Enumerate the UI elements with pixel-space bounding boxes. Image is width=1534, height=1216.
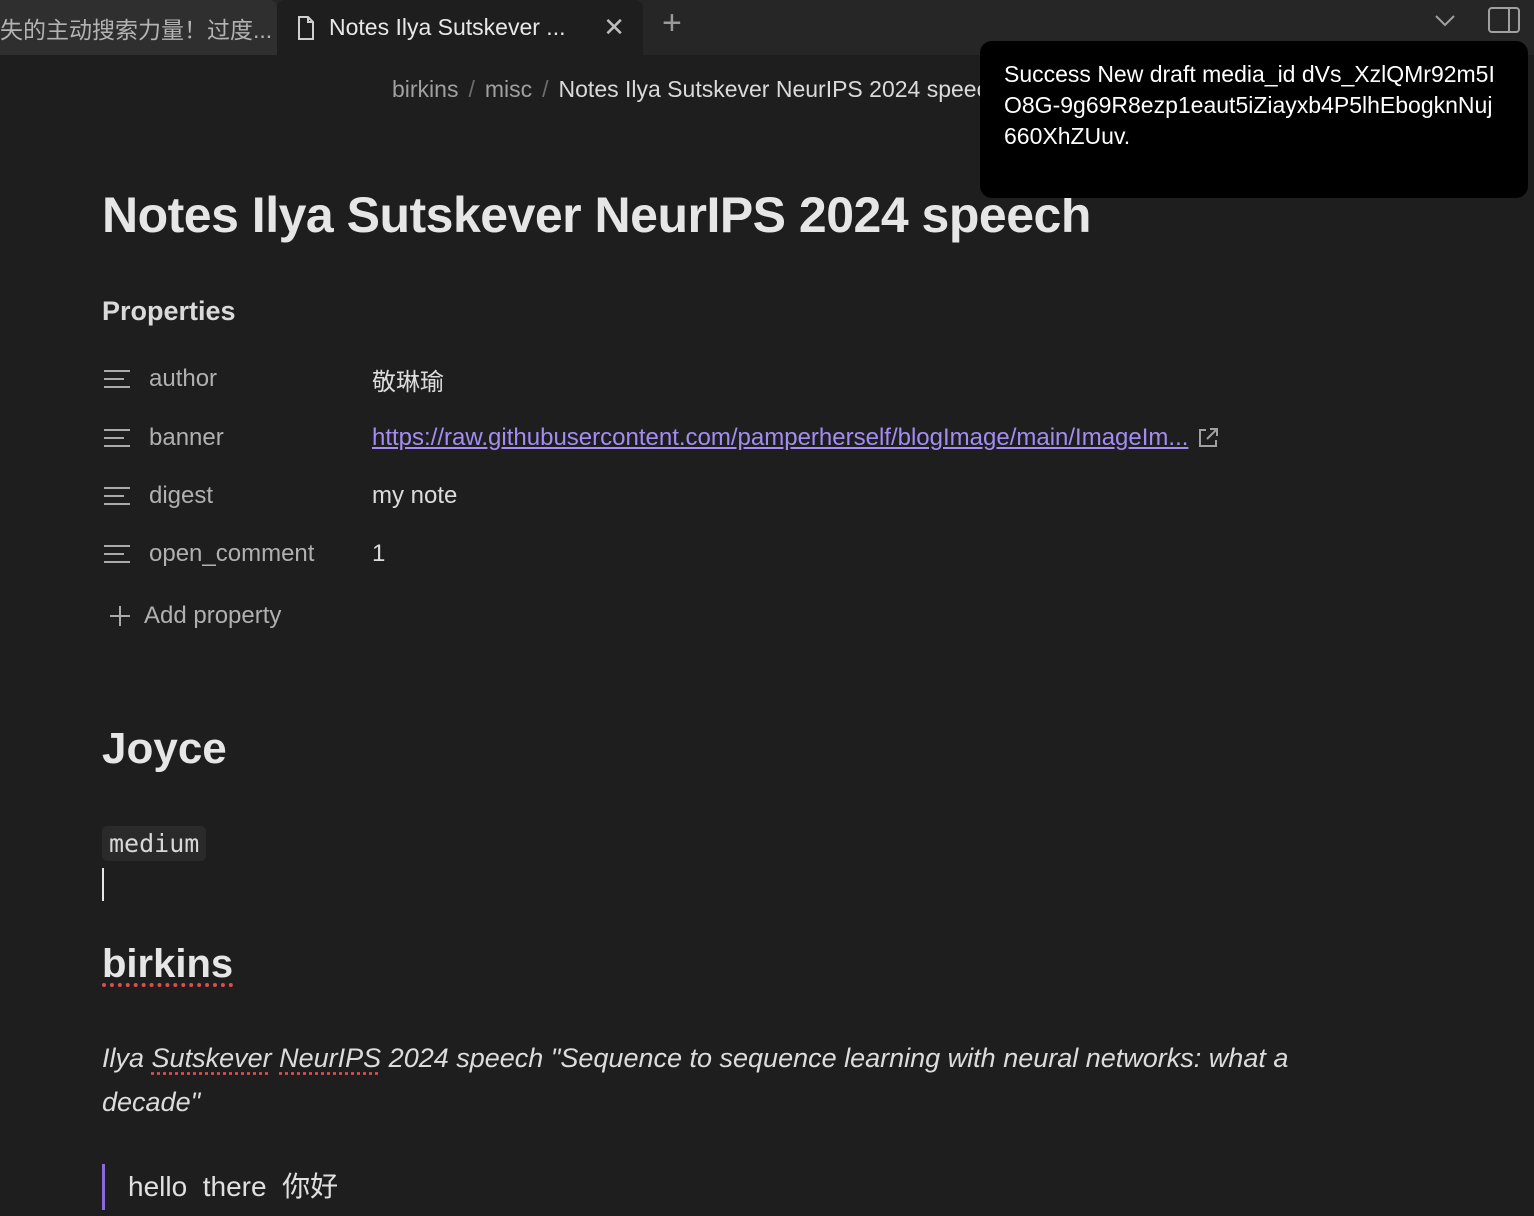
property-row-open-comment[interactable]: open_comment 1 [102, 536, 1362, 572]
property-row-author[interactable]: author 敬琳瑜 [102, 361, 1362, 397]
tab-inactive-label: 失的主动搜索力量！过度... [0, 16, 273, 43]
property-value[interactable]: 1 [372, 540, 385, 568]
close-tab-icon[interactable]: ✕ [603, 12, 625, 43]
italic-paragraph[interactable]: Ilya Sutskever NeurIPS 2024 speech "Sequ… [102, 1036, 1342, 1124]
text-property-icon [104, 429, 130, 447]
para-word-spellcheck: Sutskever [151, 1043, 272, 1073]
inline-code[interactable]: medium [102, 826, 207, 861]
property-row-digest[interactable]: digest my note [102, 478, 1362, 514]
property-value[interactable]: my note [372, 482, 457, 510]
tab-active[interactable]: Notes Ilya Sutskever ... ✕ [277, 0, 643, 55]
text-property-icon [104, 545, 130, 563]
add-property-button[interactable]: Add property [108, 602, 281, 630]
text-cursor [102, 868, 104, 901]
heading-birkins[interactable]: birkins [102, 942, 233, 987]
heading-joyce[interactable]: Joyce [102, 724, 227, 774]
text-property-icon [104, 370, 130, 388]
property-value[interactable]: 敬琳瑜 [372, 362, 444, 397]
breadcrumb-item-current[interactable]: Notes Ilya Sutskever NeurIPS 2024 speech [559, 76, 1001, 103]
note-title[interactable]: Notes Ilya Sutskever NeurIPS 2024 speech [102, 186, 1091, 244]
breadcrumb-item-birkins[interactable]: birkins [392, 76, 458, 103]
property-row-banner[interactable]: banner https://raw.githubusercontent.com… [102, 420, 1362, 456]
external-link-icon[interactable] [1196, 426, 1220, 450]
property-key[interactable]: open_comment [149, 540, 372, 568]
success-notice[interactable]: Success New draft media_id dVs_XzlQMr92m… [980, 41, 1528, 198]
breadcrumb: birkins / misc / Notes Ilya Sutskever Ne… [392, 76, 1001, 103]
blockquote[interactable]: hello there 你好 [102, 1164, 338, 1210]
property-key[interactable]: author [149, 365, 372, 393]
sidebar-toggle-icon[interactable] [1487, 6, 1521, 34]
tab-active-label: Notes Ilya Sutskever ... [329, 14, 566, 40]
file-icon [298, 15, 314, 40]
new-tab-button[interactable]: + [662, 4, 682, 43]
banner-link[interactable]: https://raw.githubusercontent.com/pamper… [372, 424, 1188, 452]
chevron-down-icon[interactable] [1433, 10, 1457, 30]
text-property-icon [104, 487, 130, 505]
property-key[interactable]: digest [149, 482, 372, 510]
breadcrumb-separator: / [468, 76, 475, 102]
para-word-spellcheck: NeurIPS [279, 1043, 382, 1073]
properties-heading[interactable]: Properties [102, 296, 236, 327]
plus-icon [110, 606, 130, 626]
para-word: Ilya [102, 1043, 145, 1073]
breadcrumb-item-misc[interactable]: misc [485, 76, 532, 103]
property-key[interactable]: banner [149, 424, 372, 452]
breadcrumb-separator: / [542, 76, 549, 102]
add-property-label: Add property [144, 602, 282, 629]
tab-inactive[interactable]: 失的主动搜索力量！过度... [0, 0, 277, 55]
